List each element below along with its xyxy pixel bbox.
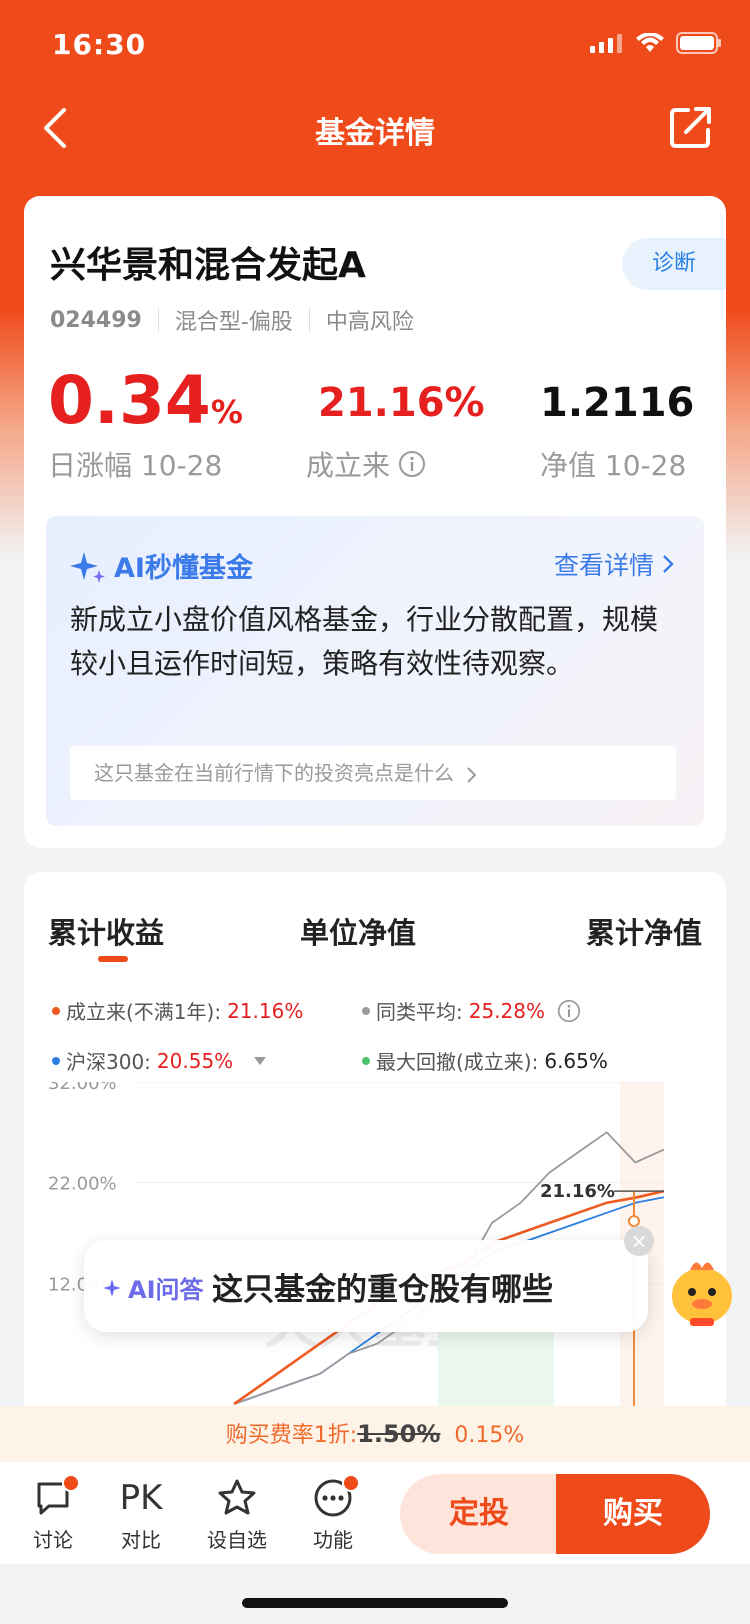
- fund-meta: 024499 混合型-偏股 中高风险: [50, 304, 414, 336]
- notification-badge: [342, 1474, 360, 1492]
- fee-new-rate: 0.15%: [454, 1423, 525, 1448]
- meta-divider: [308, 308, 310, 332]
- since-inception-label: 成立来: [306, 449, 391, 482]
- discuss-label: 讨论: [33, 1528, 73, 1552]
- fund-type: 混合型-偏股: [174, 310, 293, 335]
- ai-question-text: 这只基金在当前行情下的投资亮点是什么: [94, 761, 454, 785]
- fund-risk: 中高风险: [325, 310, 414, 335]
- legend-peer: 同类平均: 25.28%: [362, 996, 581, 1025]
- legend-peer-value: 25.28%: [468, 998, 546, 1023]
- share-icon[interactable]: [668, 104, 714, 150]
- compare-label: 对比: [121, 1528, 161, 1552]
- battery-icon: [676, 32, 721, 54]
- legend-fund-value: 21.16%: [227, 998, 304, 1023]
- fee-banner: 购买费率1折:1.50% 0.15%: [0, 1406, 750, 1462]
- legend-fund: 成立来(不满1年): 21.16%: [52, 996, 303, 1025]
- sparkle-icon: [70, 551, 105, 583]
- legend-drawdown: 最大回撤(成立来): 6.65%: [362, 1046, 608, 1075]
- ai-qa-label-group: AI问答: [102, 1270, 204, 1305]
- watchlist-label: 设自选: [207, 1528, 267, 1552]
- status-time: 16:30: [52, 28, 147, 61]
- ai-more-label: 查看详情: [553, 551, 654, 580]
- fund-summary-card: 兴华景和混合发起A 诊断 024499 混合型-偏股 中高风险 0.34% 日涨…: [24, 196, 726, 516]
- ai-summary-box: AI秒懂基金 查看详情 新成立小盘价值风格基金，行业分散配置，规模较小且运作时间…: [46, 516, 704, 826]
- duck-mascot-icon[interactable]: [664, 1252, 740, 1332]
- home-indicator: [242, 1598, 508, 1608]
- fund-code: 024499: [50, 307, 142, 333]
- notification-badge: [62, 1474, 80, 1492]
- fee-label: 购买费率1折:: [225, 1423, 358, 1448]
- chevron-right-icon: [663, 555, 674, 573]
- page-title: 基金详情: [315, 116, 435, 151]
- ai-title-group: AI秒懂基金: [70, 546, 253, 585]
- fee-old-rate: 1.50%: [357, 1420, 441, 1448]
- daily-change-unit: %: [210, 393, 243, 431]
- dropdown-caret-icon: [254, 1056, 267, 1065]
- compare-button[interactable]: PK 对比: [106, 1476, 176, 1553]
- tab-cumulative-return[interactable]: 累计收益: [48, 910, 164, 952]
- y-tick-label: 32.00%: [48, 1082, 117, 1094]
- sparkle-icon: [103, 1278, 121, 1297]
- daily-change: 0.34%: [48, 362, 243, 439]
- end-value-label: 21.16%: [540, 1181, 615, 1202]
- legend-index-label: 沪深300:: [66, 1050, 151, 1074]
- bottom-action-bar: 讨论 PK 对比 设自选 功能 定投 购买: [0, 1462, 750, 1564]
- legend-drawdown-label: 最大回撤(成立来):: [376, 1050, 539, 1074]
- legend-dot: [362, 1006, 370, 1015]
- tab-cumulative-nav[interactable]: 累计净值: [586, 910, 702, 952]
- legend-dot: [362, 1056, 370, 1065]
- ai-qa-popup[interactable]: AI问答 这只基金的重仓股有哪些 ×: [84, 1226, 654, 1332]
- chart-cursor-point: [628, 1215, 640, 1228]
- meta-divider: [157, 308, 159, 332]
- auto-invest-button[interactable]: 定投: [400, 1474, 558, 1554]
- legend-index[interactable]: 沪深300: 20.55%: [52, 1046, 267, 1075]
- ai-qa-question: 这只基金的重仓股有哪些: [212, 1272, 553, 1308]
- tab-unit-nav[interactable]: 单位净值: [300, 910, 416, 952]
- buy-button[interactable]: 购买: [556, 1474, 710, 1554]
- ai-suggested-question[interactable]: 这只基金在当前行情下的投资亮点是什么: [70, 746, 676, 800]
- legend-index-value: 20.55%: [156, 1048, 234, 1073]
- legend-dot: [52, 1006, 60, 1015]
- info-icon[interactable]: [557, 999, 581, 1023]
- legend-peer-label: 同类平均:: [376, 1000, 463, 1024]
- ai-qa-label: AI问答: [128, 1276, 204, 1304]
- daily-change-value: 0.34: [48, 362, 211, 439]
- diagnose-button[interactable]: 诊断: [622, 238, 726, 290]
- nav-bar: 基金详情: [0, 90, 750, 170]
- legend-dot: [52, 1056, 60, 1065]
- signal-icon: [590, 34, 622, 53]
- nav-value: 1.2116: [540, 380, 695, 426]
- legend-fund-label: 成立来(不满1年):: [66, 1000, 222, 1024]
- legend-drawdown-value: 6.65%: [544, 1048, 608, 1073]
- tab-active-indicator: [98, 956, 128, 962]
- status-icons: [590, 32, 722, 54]
- wifi-icon: [636, 33, 664, 52]
- ai-title: AI秒懂基金: [114, 553, 253, 584]
- pk-icon: PK: [119, 1478, 163, 1518]
- fund-name: 兴华景和混合发起A: [50, 245, 366, 286]
- discuss-button[interactable]: 讨论: [18, 1474, 88, 1553]
- ai-more-link[interactable]: 查看详情: [554, 546, 674, 582]
- since-inception-label-group: 成立来: [306, 444, 426, 484]
- info-icon[interactable]: [398, 450, 426, 478]
- y-tick-label: 22.00%: [48, 1174, 117, 1195]
- functions-label: 功能: [313, 1528, 353, 1552]
- functions-button[interactable]: 功能: [298, 1474, 368, 1553]
- watchlist-button[interactable]: 设自选: [202, 1476, 272, 1553]
- ai-summary-card: AI秒懂基金 查看详情 新成立小盘价值风格基金，行业分散配置，规模较小且运作时间…: [24, 516, 726, 848]
- nav-label: 净值 10-28: [540, 449, 687, 482]
- ai-summary-text: 新成立小盘价值风格基金，行业分散配置，规模较小且运作时间短，策略有效性待观察。: [70, 603, 659, 680]
- daily-change-label: 日涨幅 10-28: [48, 449, 223, 482]
- since-inception-value: 21.16%: [318, 380, 485, 426]
- close-icon[interactable]: ×: [624, 1226, 654, 1256]
- chevron-right-icon: [467, 766, 477, 783]
- star-icon: [218, 1479, 256, 1515]
- performance-card: 累计收益 单位净值 累计净值 成立来(不满1年): 21.16% 同类平均: 25.…: [24, 872, 726, 1432]
- status-bar: 16:30: [0, 0, 750, 90]
